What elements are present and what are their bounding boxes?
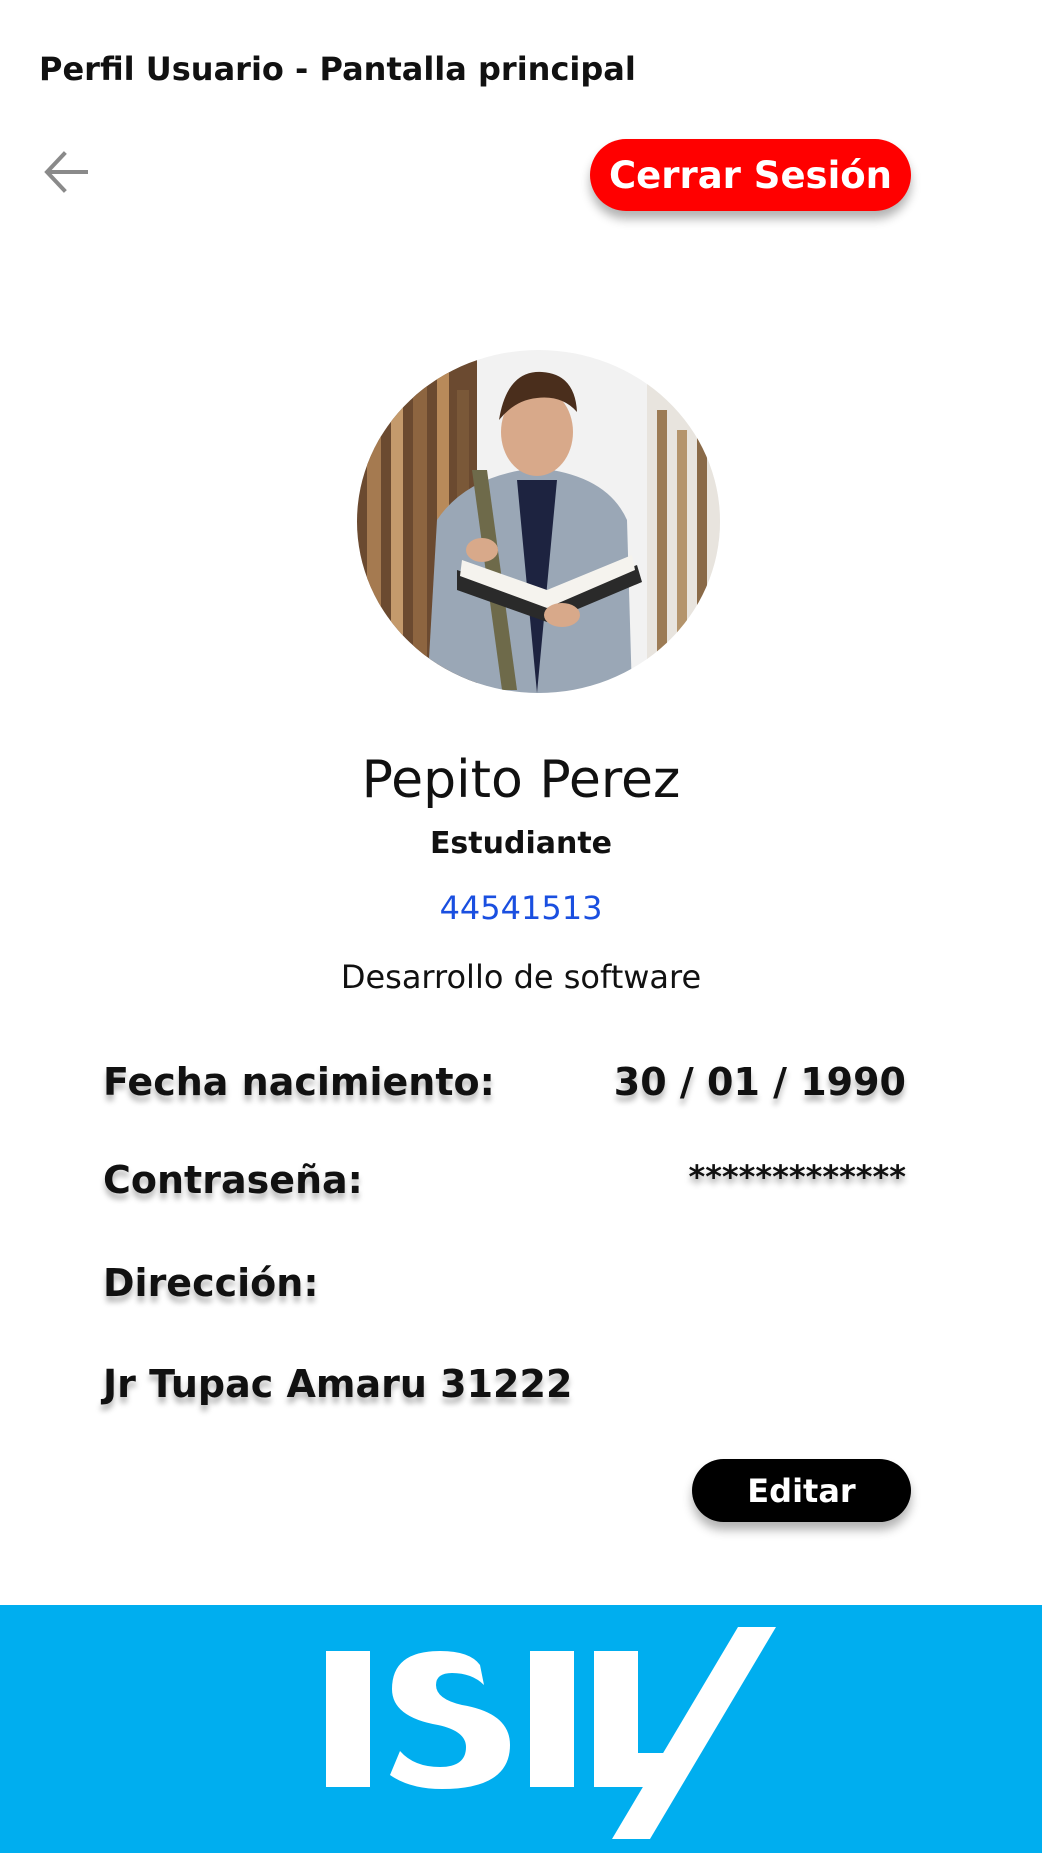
password-value: *************: [688, 1158, 906, 1196]
avatar: [357, 350, 720, 693]
user-code: 44541513: [439, 889, 603, 927]
logout-button[interactable]: Cerrar Sesión: [590, 139, 911, 211]
birthdate-label: Fecha nacimiento:: [103, 1060, 495, 1104]
user-name: Pepito Perez: [361, 750, 681, 810]
page-title: Perfil Usuario - Pantalla principal: [39, 50, 636, 88]
birthdate-value: 30 / 01 / 1990: [613, 1060, 906, 1104]
user-career: Desarrollo de software: [340, 958, 702, 996]
footer-banner: [0, 1605, 1042, 1853]
isil-logo: [326, 1627, 776, 1839]
address-value: Jr Tupac Amaru 31222: [103, 1362, 573, 1406]
address-label: Dirección:: [103, 1261, 319, 1305]
arrow-left-icon[interactable]: [40, 145, 94, 199]
user-role: Estudiante: [429, 826, 613, 861]
password-label: Contraseña:: [103, 1158, 363, 1202]
edit-button[interactable]: Editar: [692, 1459, 911, 1522]
